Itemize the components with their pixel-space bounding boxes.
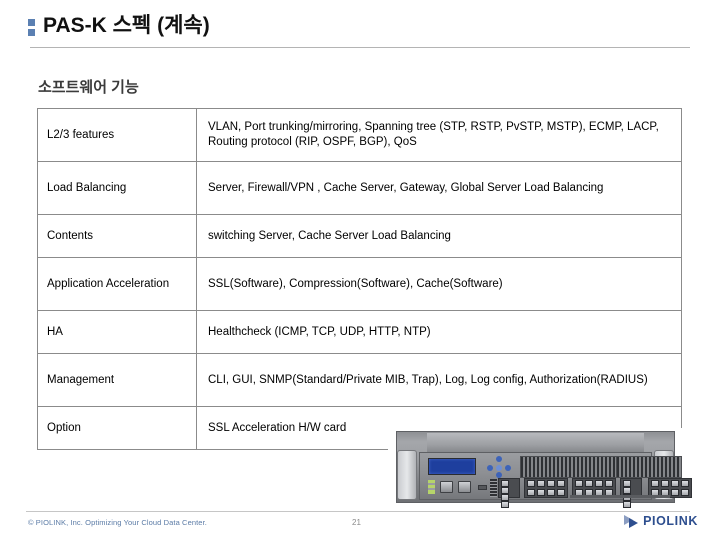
row-label: Load Balancing bbox=[37, 161, 197, 215]
header-divider bbox=[30, 47, 690, 48]
row-value: SSL(Software), Compression(Software), Ca… bbox=[196, 257, 682, 311]
bullet-square-bottom bbox=[28, 28, 35, 36]
piolink-logo-text: PIOLINK bbox=[643, 514, 698, 528]
lcd-display-icon bbox=[428, 458, 476, 475]
sfp-port bbox=[501, 487, 509, 494]
sfp-port bbox=[661, 480, 669, 487]
usb-port-icon bbox=[478, 485, 487, 490]
sfp-port bbox=[681, 489, 689, 496]
sfp-port-block-1 bbox=[498, 478, 520, 508]
section-subtitle: 소프트웨어 기능 bbox=[38, 79, 139, 96]
row-value: Healthcheck (ICMP, TCP, UDP, HTTP, NTP) bbox=[196, 310, 682, 354]
slide-header: PAS-K 스펙 (계속) bbox=[0, 0, 720, 52]
row-label: Option bbox=[37, 406, 197, 450]
row-label: Contents bbox=[37, 214, 197, 258]
sfp-port bbox=[595, 480, 603, 487]
sfp-port bbox=[557, 489, 565, 496]
sfp-port bbox=[623, 480, 631, 487]
page-title: PAS-K 스펙 (계속) bbox=[43, 14, 210, 37]
row-label: HA bbox=[37, 310, 197, 354]
appliance-top-lid bbox=[427, 433, 644, 453]
sfp-port bbox=[681, 480, 689, 487]
table-row: HA Healthcheck (ICMP, TCP, UDP, HTTP, NT… bbox=[37, 310, 682, 354]
piolink-arrow-logo-icon bbox=[624, 514, 639, 528]
title-row: PAS-K 스펙 (계속) bbox=[28, 14, 210, 38]
rack-ear-left bbox=[397, 450, 417, 500]
table-row: L2/3 features VLAN, Port trunking/mirror… bbox=[37, 108, 682, 162]
appliance-front-panel bbox=[419, 452, 692, 508]
sfp-port bbox=[671, 489, 679, 496]
table-row: Contents switching Server, Cache Server … bbox=[37, 214, 682, 258]
sfp-port bbox=[547, 489, 555, 496]
table-row: Management CLI, GUI, SNMP(Standard/Priva… bbox=[37, 353, 682, 407]
bullet-square-top bbox=[28, 18, 35, 26]
network-appliance-photo bbox=[388, 428, 692, 508]
front-vent-grille-right bbox=[616, 456, 682, 478]
sfp-port bbox=[501, 501, 509, 508]
side-mesh-vent bbox=[490, 479, 497, 497]
dpad-right-icon bbox=[505, 465, 511, 471]
row-label: L2/3 features bbox=[37, 108, 197, 162]
footer-copyright: © PIOLINK, Inc. Optimizing Your Cloud Da… bbox=[28, 518, 207, 527]
sfp-port bbox=[527, 480, 535, 487]
row-value: CLI, GUI, SNMP(Standard/Private MIB, Tra… bbox=[196, 353, 682, 407]
table-row: Application Acceleration SSL(Software), … bbox=[37, 257, 682, 311]
sfp-port bbox=[501, 494, 509, 501]
piolink-logo: PIOLINK bbox=[624, 514, 698, 528]
ethernet-port-1-icon bbox=[440, 481, 453, 493]
sfp-port bbox=[537, 480, 545, 487]
dpad-center-icon bbox=[496, 465, 502, 471]
sfp-port bbox=[623, 487, 631, 494]
row-value: VLAN, Port trunking/mirroring, Spanning … bbox=[196, 108, 682, 162]
appliance-chassis bbox=[396, 431, 692, 508]
sfp-port bbox=[527, 489, 535, 496]
sfp-port bbox=[651, 480, 659, 487]
row-label: Management bbox=[37, 353, 197, 407]
status-led-strip bbox=[428, 480, 435, 494]
sfp-port bbox=[585, 480, 593, 487]
dpad-up-icon bbox=[496, 456, 502, 462]
sfp-port bbox=[537, 489, 545, 496]
row-label: Application Acceleration bbox=[37, 257, 197, 311]
page-number: 21 bbox=[352, 518, 361, 527]
table-row: Load Balancing Server, Firewall/VPN , Ca… bbox=[37, 161, 682, 215]
sfp-port bbox=[623, 501, 631, 508]
front-panel-bottom-strip bbox=[570, 495, 670, 498]
navigation-dpad-icon bbox=[486, 456, 512, 478]
footer-divider bbox=[26, 511, 690, 512]
spec-table-body: L2/3 features VLAN, Port trunking/mirror… bbox=[37, 108, 682, 450]
sfp-port bbox=[671, 480, 679, 487]
ethernet-port-2-icon bbox=[458, 481, 471, 493]
row-value: switching Server, Cache Server Load Bala… bbox=[196, 214, 682, 258]
sfp-port bbox=[547, 480, 555, 487]
row-value: Server, Firewall/VPN , Cache Server, Gat… bbox=[196, 161, 682, 215]
spec-table: L2/3 features VLAN, Port trunking/mirror… bbox=[37, 108, 682, 450]
square-bullet-icon bbox=[28, 18, 35, 36]
sfp-port bbox=[557, 480, 565, 487]
sfp-port bbox=[501, 480, 509, 487]
sfp-port-block-2 bbox=[524, 478, 568, 498]
sfp-port bbox=[575, 480, 583, 487]
sfp-port bbox=[605, 480, 613, 487]
dpad-left-icon bbox=[487, 465, 493, 471]
